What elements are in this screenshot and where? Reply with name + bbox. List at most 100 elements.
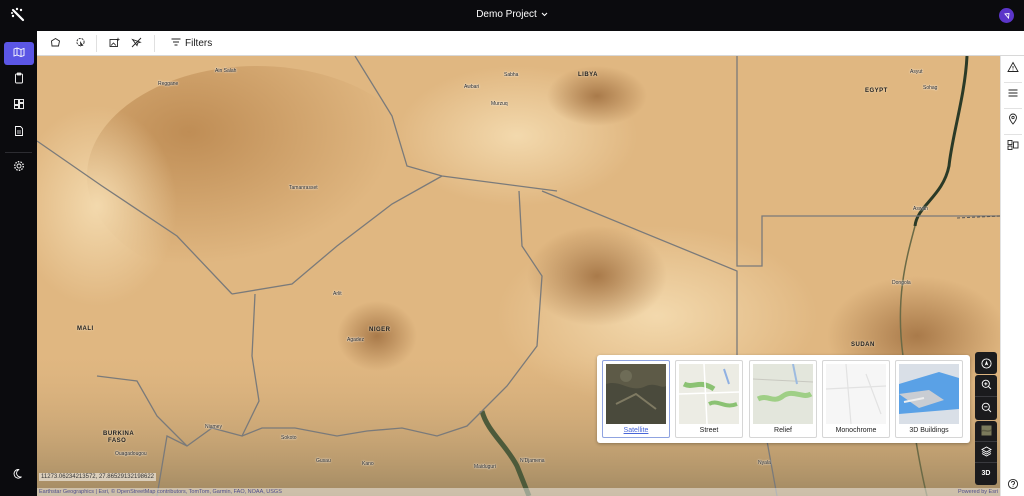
toolbar-divider: [154, 35, 155, 52]
three-d-label: 3D: [981, 470, 991, 477]
clipboard-icon: [13, 71, 25, 89]
filter-lines-icon: [171, 38, 181, 49]
basemap-3d-buildings[interactable]: 3D Buildings: [895, 360, 963, 438]
sidebar-item-map[interactable]: [4, 42, 34, 65]
right-rail-divider: [1004, 108, 1022, 109]
place-label: Gusau: [316, 458, 331, 464]
place-label: Arlit: [333, 291, 342, 297]
zoom-in-button[interactable]: [975, 375, 997, 397]
image-tool-button[interactable]: [105, 35, 123, 52]
place-label: N'Djamena: [520, 458, 545, 464]
layers-icon: [980, 445, 992, 459]
place-label: Ouagadougou: [115, 451, 147, 457]
map-icon: [13, 45, 25, 63]
satellite-thumbnail: [606, 364, 666, 424]
place-label: Agadez: [347, 337, 364, 343]
right-sidebar: [1000, 56, 1024, 496]
moon-icon: [13, 467, 25, 485]
country-label: SUDAN: [851, 342, 875, 348]
map-toolbar: Filters: [37, 31, 1024, 56]
country-label: BURKINA: [103, 431, 135, 437]
report-icon: [13, 124, 25, 142]
alerts-button[interactable]: [1004, 60, 1022, 78]
basemap-street[interactable]: Street: [675, 360, 743, 438]
country-label: FASO: [108, 438, 127, 444]
cursor-coordinates: 11273.06234213572, 27.86529132198622: [39, 473, 157, 481]
hamburger-list-icon: [1007, 86, 1019, 104]
place-label: Sohag: [923, 85, 938, 91]
powered-by-label[interactable]: Powered by Esri: [958, 488, 998, 496]
basemap-toggle-button[interactable]: [975, 421, 997, 442]
project-selector[interactable]: Demo Project: [0, 9, 1024, 20]
sidebar-divider: [5, 152, 32, 153]
sidebar-item-clipboard[interactable]: [4, 68, 34, 91]
zoom-in-icon: [981, 379, 992, 392]
country-label: LIBYA: [578, 72, 598, 78]
locations-button[interactable]: [1004, 112, 1022, 130]
country-label: EGYPT: [865, 88, 888, 94]
place-label: Nyala: [758, 460, 771, 466]
place-label: Sabha: [504, 72, 519, 78]
attribution-text[interactable]: Earthstar Geographics | Esri, © OpenStre…: [39, 489, 282, 495]
map-canvas[interactable]: LIBYA EGYPT MALI NIGER SUDAN BURKINA FAS…: [37, 56, 1000, 496]
basemap-label: Street: [699, 427, 719, 434]
place-label: Reggane: [158, 81, 179, 87]
filters-label: Filters: [185, 38, 213, 49]
chevron-down-icon: [541, 9, 548, 20]
theme-toggle[interactable]: [4, 464, 34, 487]
sidebar-item-settings[interactable]: [4, 156, 34, 179]
place-label: Murzuq: [491, 101, 508, 107]
zoom-control: [975, 375, 997, 420]
map-pin-icon: [1007, 112, 1019, 130]
place-label: Ain Salah: [215, 68, 237, 74]
buildings-thumbnail: [899, 364, 959, 424]
place-label: Awbari: [464, 84, 480, 90]
country-label: NIGER: [369, 327, 391, 333]
right-rail-divider: [1004, 82, 1022, 83]
select-off-icon: [130, 35, 142, 53]
list-view-button[interactable]: [1004, 86, 1022, 104]
place-label: Tamanrasset: [289, 185, 318, 191]
toolbar-divider: [96, 35, 97, 52]
street-thumbnail: [679, 364, 739, 424]
zoom-out-button[interactable]: [975, 397, 997, 419]
place-label: Asyut: [910, 69, 923, 75]
cursor-select-icon: [75, 35, 86, 53]
place-label: Kano: [362, 461, 374, 467]
gear-icon: [13, 159, 25, 177]
place-label: Dongola: [892, 280, 911, 286]
compass-icon: [975, 352, 997, 374]
place-label: Sokoto: [281, 435, 297, 441]
basemap-relief[interactable]: Relief: [749, 360, 817, 438]
place-label: Niamey: [205, 424, 222, 430]
map-attribution: Earthstar Geographics | Esri, © OpenStre…: [37, 488, 1000, 496]
sidebar-item-dashboard[interactable]: [4, 94, 34, 117]
left-sidebar: [0, 31, 37, 496]
filters-button[interactable]: Filters: [171, 35, 212, 52]
layout-button[interactable]: [1004, 138, 1022, 156]
place-label: Maiduguri: [474, 464, 496, 470]
basemap-thumbnail-icon: [980, 425, 992, 438]
sidebar-item-reports[interactable]: [4, 121, 34, 144]
right-rail-divider: [1004, 134, 1022, 135]
country-label: MALI: [77, 326, 94, 332]
avatar[interactable]: [999, 8, 1014, 23]
layers-button[interactable]: [975, 442, 997, 463]
three-d-toggle-button[interactable]: 3D: [975, 463, 997, 484]
monochrome-thumbnail: [826, 364, 886, 424]
place-label: Aswan: [913, 206, 929, 212]
help-circle-icon: [1007, 477, 1019, 495]
relief-thumbnail: [753, 364, 813, 424]
clear-selection-button[interactable]: [127, 35, 145, 52]
select-tool-button[interactable]: [71, 35, 89, 52]
basemap-monochrome[interactable]: Monochrome: [822, 360, 890, 438]
basemap-satellite[interactable]: Satellite: [602, 360, 670, 438]
basemap-gallery: Satellite Street Relief Monochrome 3D Bu…: [597, 355, 970, 443]
dashboard-icon: [13, 97, 25, 115]
top-bar: Demo Project: [0, 0, 1024, 31]
help-button[interactable]: [1004, 477, 1022, 495]
polygon-icon: [50, 35, 61, 53]
zoom-out-icon: [981, 402, 992, 415]
compass-control[interactable]: [975, 352, 997, 374]
polygon-tool-button[interactable]: [46, 35, 64, 52]
